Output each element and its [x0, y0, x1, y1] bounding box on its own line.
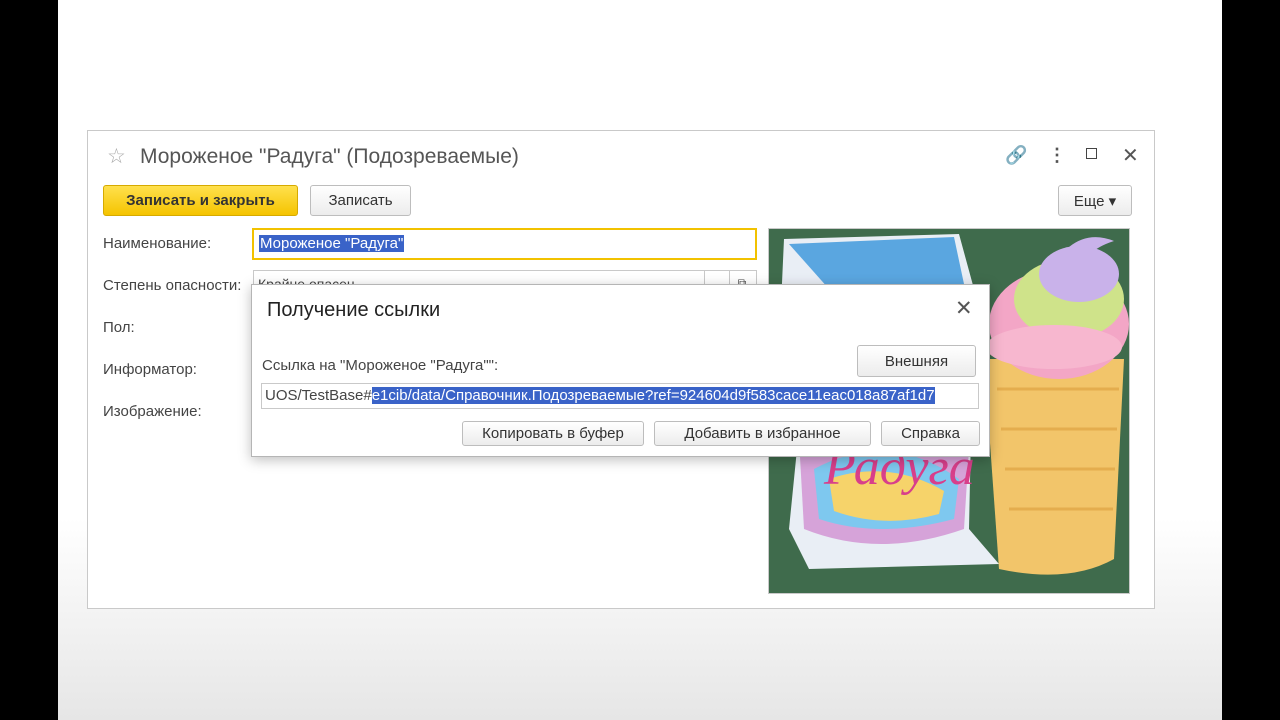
dialog-title: Получение ссылки [267, 299, 441, 321]
url-selected-text: e1cib/data/Справочник.Подозреваемые?ref=… [371, 387, 935, 404]
link-label: Ссылка на "Мороженое "Радуга"": [262, 357, 499, 374]
link-icon[interactable]: 🔗 [1005, 145, 1027, 166]
informant-label: Информатор: [103, 361, 197, 378]
save-button[interactable]: Записать [310, 185, 411, 216]
copy-to-clipboard-button[interactable]: Копировать в буфер [462, 421, 644, 446]
close-icon[interactable]: ✕ [1122, 143, 1139, 168]
url-prefix: UOS/TestBase# [265, 387, 372, 404]
save-and-close-button[interactable]: Записать и закрыть [103, 185, 298, 216]
maximize-icon[interactable] [1086, 148, 1097, 159]
name-input[interactable]: Мороженое "Радуга" [252, 228, 757, 260]
more-vertical-icon[interactable]: ⋮ [1048, 145, 1066, 166]
image-label: Изображение: [103, 403, 202, 420]
dialog-close-icon[interactable]: ✕ [955, 296, 973, 321]
name-value: Мороженое "Радуга" [259, 235, 405, 252]
star-icon[interactable]: ☆ [107, 144, 126, 169]
more-dropdown-button[interactable]: Еще ▾ [1058, 185, 1132, 216]
name-label: Наименование: [103, 235, 212, 252]
window-title: Мороженое "Радуга" (Подозреваемые) [140, 145, 519, 168]
get-link-dialog: Получение ссылки ✕ Ссылка на "Мороженое … [251, 284, 990, 457]
danger-level-label: Степень опасности: [103, 277, 242, 294]
help-button[interactable]: Справка [881, 421, 980, 446]
external-link-button[interactable]: Внешняя [857, 345, 976, 377]
add-to-favorites-button[interactable]: Добавить в избранное [654, 421, 871, 446]
gender-label: Пол: [103, 319, 135, 336]
url-field[interactable]: UOS/TestBase#e1cib/data/Справочник.Подоз… [261, 383, 979, 409]
